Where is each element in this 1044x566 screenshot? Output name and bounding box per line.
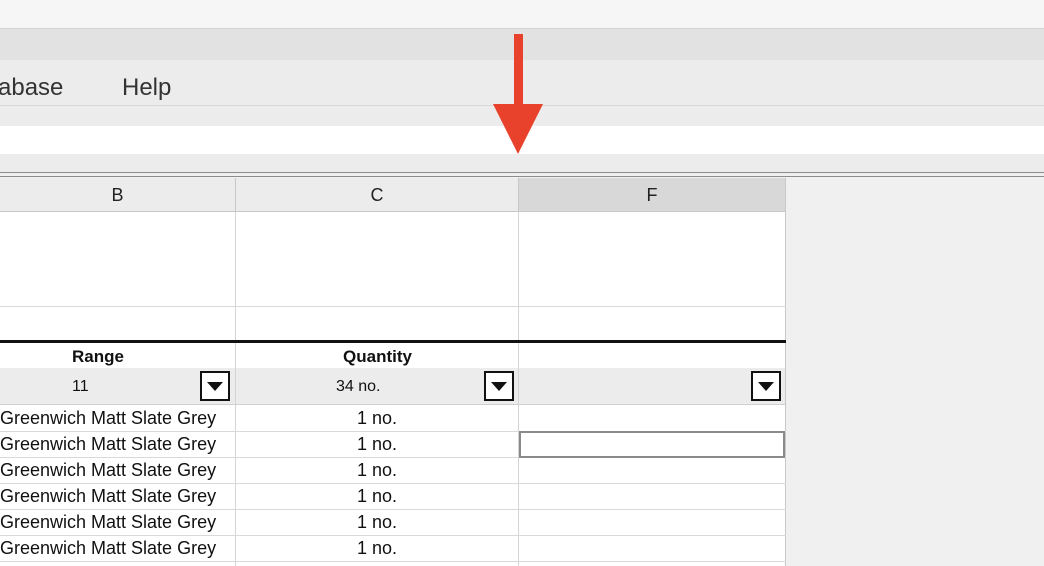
chevron-down-icon <box>207 382 223 391</box>
cell-quantity[interactable]: 1 no. <box>236 431 518 457</box>
cell-range[interactable]: Greenwich Matt Slate Grey <box>0 431 234 457</box>
menu-help[interactable]: Help <box>122 74 171 102</box>
column-divider <box>785 212 786 566</box>
filter-value-quantity: 34 no. <box>336 378 381 395</box>
cell-quantity[interactable]: 1 no. <box>236 535 518 561</box>
cell-quantity[interactable]: 1 no. <box>236 457 518 483</box>
filter-dropdown-f[interactable] <box>751 371 781 401</box>
menu-database[interactable]: abase <box>0 74 63 102</box>
column-header-b[interactable]: B <box>0 178 236 212</box>
column-header-c[interactable]: C <box>236 178 519 212</box>
chevron-down-icon <box>491 382 507 391</box>
cell-range[interactable]: Greenwich Matt Slate Grey <box>0 483 234 509</box>
f-header <box>519 345 786 369</box>
filter-cell-quantity: 34 no. <box>236 368 518 405</box>
cell-range[interactable]: Greenwich Matt Slate Grey <box>0 457 234 483</box>
range-header: Range <box>72 347 124 366</box>
divider <box>0 172 1044 173</box>
divider <box>0 176 1044 177</box>
formula-bar-bottom <box>0 154 1044 174</box>
cell-quantity[interactable]: 1 no. <box>236 405 518 431</box>
chevron-down-icon <box>758 382 774 391</box>
row-divider <box>0 561 786 562</box>
window-titlebar <box>0 0 1044 29</box>
quantity-header: Quantity <box>343 347 412 366</box>
cell-range[interactable]: Greenwich Matt Slate Grey <box>0 509 234 535</box>
cell-quantity[interactable]: 1 no. <box>236 483 518 509</box>
spreadsheet-grid: B C F Range Quantity 11 34 no. Greenwich… <box>0 178 786 566</box>
column-header-f[interactable]: F <box>519 178 786 212</box>
cell-quantity[interactable]: 1 no. <box>236 509 518 535</box>
filter-dropdown-quantity[interactable] <box>484 371 514 401</box>
filter-cell-range: 11 <box>0 368 235 405</box>
down-arrow-icon <box>493 34 543 154</box>
filter-dropdown-range[interactable] <box>200 371 230 401</box>
filter-cell-f <box>519 368 785 405</box>
cell-range[interactable]: Greenwich Matt Slate Grey <box>0 405 234 431</box>
header-rule <box>0 340 786 343</box>
row-divider <box>0 306 786 307</box>
active-cell[interactable] <box>519 431 785 458</box>
cell-range[interactable]: Greenwich Matt Slate Grey <box>0 535 234 561</box>
filter-value-range: 11 <box>72 378 89 395</box>
